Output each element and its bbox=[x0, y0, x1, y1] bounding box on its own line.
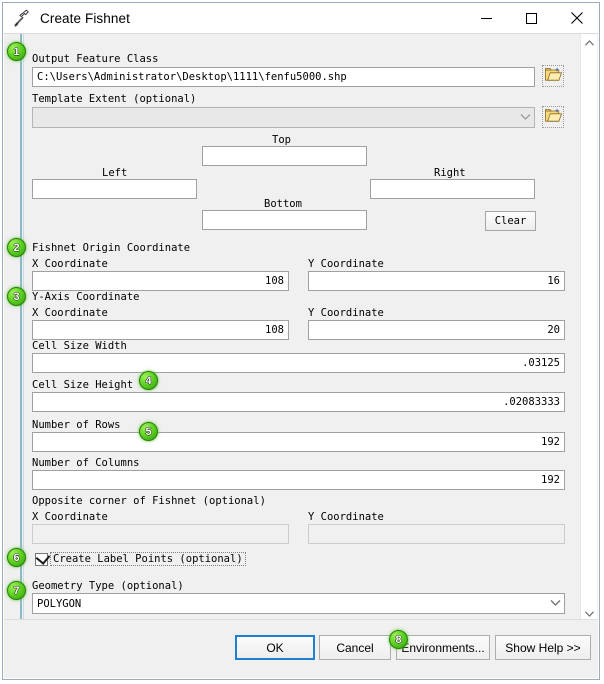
y-axis-group-label: Y-Axis Coordinate bbox=[32, 291, 140, 303]
step-badge-4: 4 bbox=[139, 371, 158, 390]
opposite-corner-x-input[interactable] bbox=[32, 524, 289, 544]
output-feature-class-value: C:\Users\Administrator\Desktop\1111\fenf… bbox=[37, 71, 347, 83]
y-axis-x-input[interactable]: 108 bbox=[32, 320, 289, 340]
number-of-columns-label: Number of Columns bbox=[32, 457, 140, 469]
y-axis-x-value: 108 bbox=[265, 324, 284, 336]
chevron-down-icon bbox=[516, 113, 534, 123]
checkbox-icon bbox=[35, 549, 51, 566]
extent-left-input[interactable] bbox=[32, 179, 197, 199]
geometry-type-combo[interactable]: POLYGON bbox=[32, 593, 565, 614]
geometry-type-label: Geometry Type (optional) bbox=[32, 580, 184, 592]
create-fishnet-dialog: Create Fishnet Output Feature Class C:\U… bbox=[2, 2, 600, 680]
step-badge-7: 7 bbox=[7, 581, 26, 600]
origin-y-value: 16 bbox=[547, 275, 560, 287]
cell-size-width-input[interactable]: .03125 bbox=[32, 353, 565, 373]
number-of-rows-label: Number of Rows bbox=[32, 419, 121, 431]
y-axis-x-label: X Coordinate bbox=[32, 307, 108, 319]
window-title: Create Fishnet bbox=[40, 10, 130, 26]
cell-size-height-label: Cell Size Height bbox=[32, 379, 134, 391]
template-extent-combo[interactable] bbox=[32, 107, 535, 128]
open-folder-icon bbox=[544, 108, 562, 126]
create-label-points-checkbox[interactable]: Create Label Points (optional) bbox=[35, 549, 246, 566]
environments-button[interactable]: Environments... bbox=[396, 635, 490, 660]
origin-x-input[interactable]: 108 bbox=[32, 271, 289, 291]
dialog-body: Output Feature Class C:\Users\Administra… bbox=[4, 33, 598, 623]
show-help-button[interactable]: Show Help >> bbox=[495, 635, 591, 660]
template-extent-browse-button[interactable] bbox=[542, 106, 564, 128]
opposite-corner-x-label: X Coordinate bbox=[32, 511, 108, 523]
step-badge-1: 1 bbox=[7, 42, 26, 61]
fishnet-origin-group-label: Fishnet Origin Coordinate bbox=[32, 242, 191, 254]
cell-size-height-input[interactable]: .02083333 bbox=[32, 392, 565, 412]
step-badge-2: 2 bbox=[7, 238, 26, 257]
ok-button[interactable]: OK bbox=[235, 635, 315, 660]
opposite-corner-y-input[interactable] bbox=[308, 524, 565, 544]
output-feature-class-input[interactable]: C:\Users\Administrator\Desktop\1111\fenf… bbox=[32, 67, 535, 87]
number-of-columns-value: 192 bbox=[541, 474, 560, 486]
cell-size-height-value: .02083333 bbox=[503, 396, 560, 408]
output-feature-class-browse-button[interactable] bbox=[542, 65, 564, 87]
extent-right-label: Right bbox=[434, 167, 466, 179]
vertical-scrollbar[interactable] bbox=[580, 34, 597, 622]
title-bar: Create Fishnet bbox=[3, 3, 599, 33]
step-badge-5: 5 bbox=[139, 422, 158, 441]
clear-extent-button[interactable]: Clear bbox=[485, 211, 536, 231]
origin-x-value: 108 bbox=[265, 275, 284, 287]
origin-y-input[interactable]: 16 bbox=[308, 271, 565, 291]
minimize-button[interactable] bbox=[464, 3, 509, 33]
step-badge-6: 6 bbox=[7, 548, 26, 567]
opposite-corner-y-label: Y Coordinate bbox=[308, 511, 384, 523]
chevron-down-icon bbox=[546, 599, 564, 609]
extent-top-input[interactable] bbox=[202, 146, 367, 166]
maximize-button[interactable] bbox=[509, 3, 554, 33]
y-axis-y-label: Y Coordinate bbox=[308, 307, 384, 319]
output-feature-class-label: Output Feature Class bbox=[32, 53, 159, 65]
number-of-rows-input[interactable]: 192 bbox=[32, 432, 565, 452]
extent-left-label: Left bbox=[102, 167, 128, 179]
step-badge-8: 8 bbox=[389, 630, 408, 649]
dialog-footer: OK Cancel Environments... Show Help >> bbox=[4, 619, 598, 678]
extent-bottom-input[interactable] bbox=[202, 210, 367, 230]
open-folder-icon bbox=[544, 67, 562, 85]
cell-size-width-value: .03125 bbox=[522, 357, 560, 369]
number-of-rows-value: 192 bbox=[541, 436, 560, 448]
cell-size-width-label: Cell Size Width bbox=[32, 340, 127, 352]
geometry-type-value: POLYGON bbox=[37, 597, 82, 610]
close-button[interactable] bbox=[554, 3, 599, 33]
hammer-tool-icon bbox=[13, 9, 31, 27]
step-badge-3: 3 bbox=[7, 287, 26, 306]
y-axis-y-value: 20 bbox=[547, 324, 560, 336]
create-label-points-label: Create Label Points (optional) bbox=[50, 552, 246, 566]
scroll-up-arrow-icon[interactable] bbox=[581, 34, 598, 51]
cancel-button[interactable]: Cancel bbox=[319, 635, 391, 660]
extent-right-input[interactable] bbox=[370, 179, 535, 199]
number-of-columns-input[interactable]: 192 bbox=[32, 470, 565, 490]
y-axis-y-input[interactable]: 20 bbox=[308, 320, 565, 340]
origin-y-label: Y Coordinate bbox=[308, 258, 384, 270]
template-extent-label: Template Extent (optional) bbox=[32, 93, 197, 105]
extent-top-label: Top bbox=[272, 134, 291, 146]
window-controls bbox=[464, 3, 599, 33]
opposite-corner-group-label: Opposite corner of Fishnet (optional) bbox=[32, 495, 266, 507]
origin-x-label: X Coordinate bbox=[32, 258, 108, 270]
extent-bottom-label: Bottom bbox=[264, 198, 302, 210]
